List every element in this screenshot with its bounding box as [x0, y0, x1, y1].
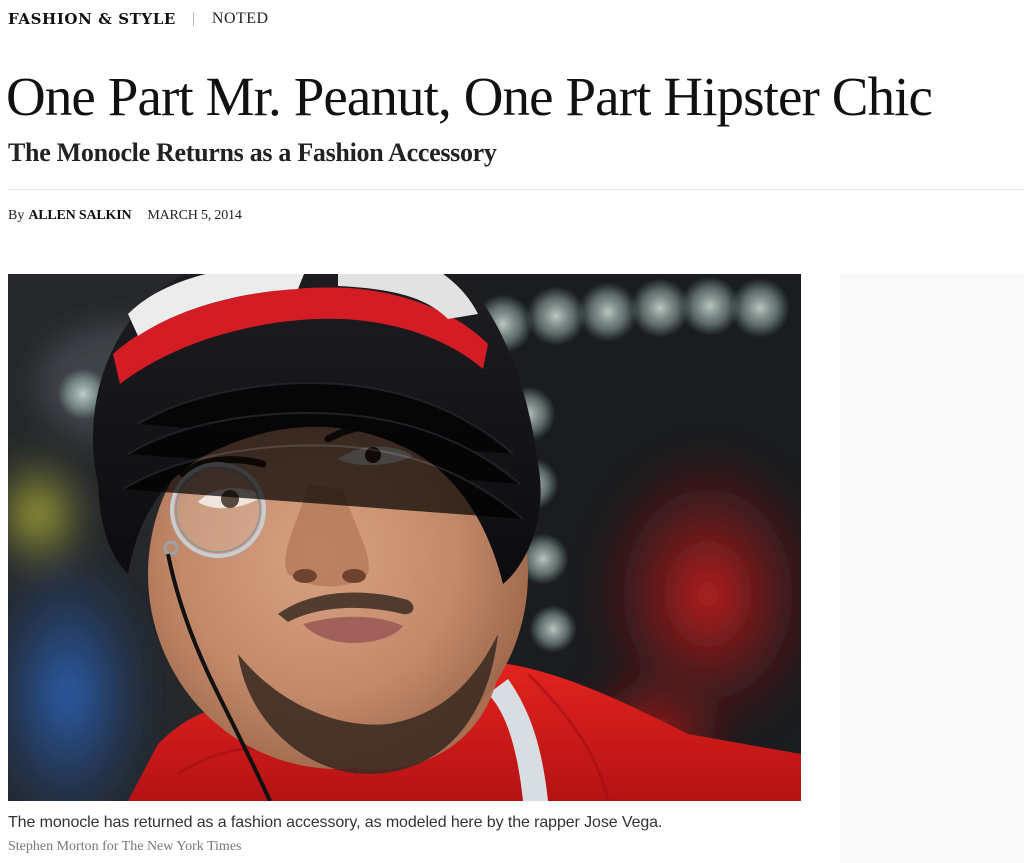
article-headline: One Part Mr. Peanut, One Part Hipster Ch… [6, 66, 933, 127]
column-link-noted[interactable]: NOTED [212, 10, 269, 28]
photo-monocle-man [8, 274, 801, 801]
section-kicker: FASHION & STYLE NOTED [8, 9, 269, 29]
header-divider [8, 189, 1024, 190]
section-link-fashion-style[interactable]: FASHION & STYLE [8, 10, 176, 28]
article-subheadline: The Monocle Returns as a Fashion Accesso… [8, 138, 497, 167]
article-photo[interactable] [8, 274, 801, 801]
publish-date: MARCH 5, 2014 [147, 208, 242, 223]
author-link[interactable]: ALLEN SALKIN [28, 208, 131, 224]
kicker-divider [192, 12, 194, 26]
byline-prefix: By [8, 208, 25, 223]
right-rail [840, 274, 1024, 863]
photo-credit: Stephen Morton for The New York Times [8, 839, 242, 854]
photo-caption: The monocle has returned as a fashion ac… [8, 814, 663, 831]
byline: By ALLEN SALKIN MARCH 5, 2014 [8, 208, 242, 224]
